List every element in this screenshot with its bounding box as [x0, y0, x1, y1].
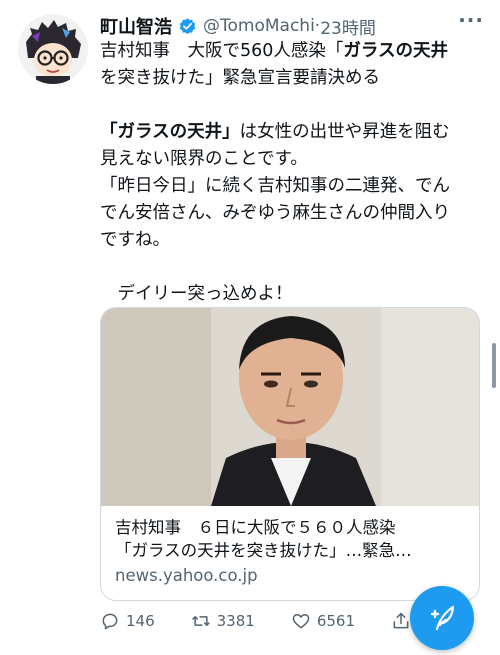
- tweet-actions: 146 3381 6561: [100, 608, 453, 634]
- scrollbar[interactable]: [492, 343, 496, 388]
- tweet-header: 町山智浩 @TomoMachi · 23時間: [100, 12, 488, 40]
- tweet-timestamp[interactable]: 23時間: [320, 14, 376, 39]
- reply-icon: [102, 613, 118, 630]
- card-title-line: 「ガラスの天井を突き抜けた」…緊急…: [115, 541, 412, 560]
- tweet-line: でん安倍さん、みぞゆう麻生さんの仲間入り: [100, 203, 450, 223]
- like-count: 6561: [316, 612, 356, 630]
- reply-count: 146: [126, 612, 155, 630]
- reply-button[interactable]: 146: [100, 611, 155, 631]
- author-avatar[interactable]: [18, 14, 88, 84]
- retweet-icon: [191, 616, 210, 626]
- tweet-line: デイリー突っ込めよ！: [100, 284, 293, 304]
- news-photo-placeholder: [101, 308, 479, 506]
- tweet-line: ですね。: [100, 230, 170, 250]
- tweet-line: 「昨日今日」に続く吉村知事の二連発、でん: [100, 176, 450, 196]
- link-preview-card[interactable]: 吉村知事 ６日に大阪で５６０人感染 「ガラスの天井を突き抜けた」…緊急… new…: [100, 307, 480, 601]
- tweet-text: 吉村知事 大阪で560人感染「ガラスの天井 を突き抜けた」緊急宣言要請決める 「…: [100, 38, 485, 308]
- tweet-line: 「ガラスの天井」は女性の出世や昇進を阻む: [100, 122, 450, 142]
- tweet-line: 見えない限界のことです。: [100, 149, 308, 169]
- retweet-button[interactable]: 3381: [191, 611, 255, 631]
- compose-tweet-button[interactable]: [410, 586, 474, 650]
- card-body: 吉村知事 ６日に大阪で５６０人感染 「ガラスの天井を突き抜けた」…緊急… new…: [101, 506, 479, 597]
- card-image: [101, 308, 479, 506]
- tweet-line: 吉村知事 大阪で560人感染「ガラスの天井: [100, 41, 449, 61]
- card-domain: news.yahoo.co.jp: [115, 566, 258, 585]
- tweet-line: を突き抜けた」緊急宣言要請決める: [100, 68, 380, 88]
- more-options-icon[interactable]: ···: [458, 8, 484, 32]
- author-name[interactable]: 町山智浩: [100, 13, 172, 39]
- author-handle[interactable]: @TomoMachi: [203, 16, 315, 36]
- like-button[interactable]: 6561: [291, 611, 355, 631]
- compose-feather-icon: [430, 605, 455, 631]
- share-icon: [393, 612, 409, 629]
- verified-badge-icon: [178, 17, 197, 36]
- cartoon-avatar-illustration: [18, 14, 88, 84]
- heart-icon: [292, 614, 310, 629]
- retweet-count: 3381: [216, 612, 255, 630]
- card-title-line: 吉村知事 ６日に大阪で５６０人感染: [115, 518, 396, 537]
